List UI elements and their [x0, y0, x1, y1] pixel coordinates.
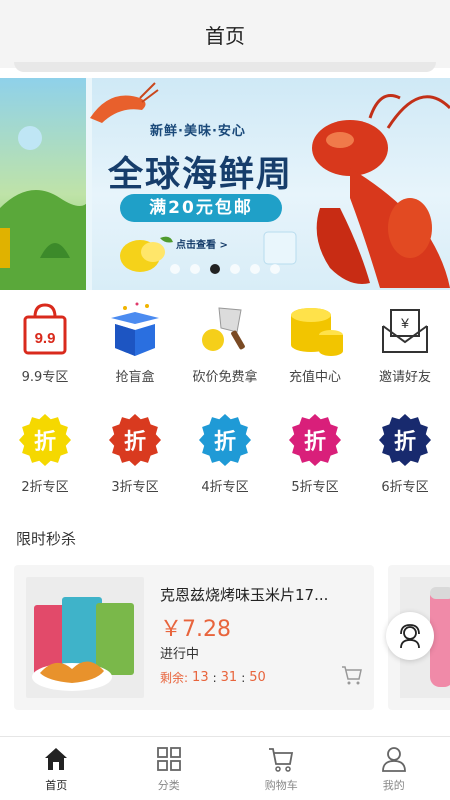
lemon-icon — [120, 236, 173, 272]
carousel-dot-active[interactable] — [210, 264, 220, 274]
cart-icon — [269, 748, 294, 772]
carousel-dot[interactable] — [270, 264, 280, 274]
quick-menu-blind-box[interactable]: 抢盲盒 — [90, 302, 180, 385]
tab-label: 购物车 — [264, 779, 298, 792]
tab-profile[interactable]: 我的 — [338, 737, 450, 800]
bottom-tab-bar: 首页 分类 购物车 我的 — [0, 736, 450, 800]
countdown-minutes: 31 — [220, 670, 238, 685]
carousel-dot[interactable] — [250, 264, 260, 274]
tab-cart[interactable]: 购物车 — [225, 737, 338, 800]
discount-zone-3[interactable]: 折 3折专区 — [90, 412, 180, 495]
discount-zone-label: 2折专区 — [21, 480, 69, 495]
flash-sale-product-card[interactable]: 克恩兹烧烤味玉米片17... ￥7.28 进行中 剩余: 13 : 31 : 5… — [14, 565, 374, 710]
promo-banner-carousel[interactable]: 新鲜·美味·安心 全球海鲜周 满20元包邮 点击查看 > — [0, 78, 450, 290]
discount-zone-6[interactable]: 折 6折专区 — [360, 412, 450, 495]
discount-zone-label: 5折专区 — [291, 480, 339, 495]
product-image — [26, 577, 144, 698]
tab-label: 我的 — [382, 779, 405, 792]
discount-zone-label: 6折专区 — [381, 480, 429, 495]
banner-view-link[interactable]: 点击查看 > — [176, 236, 228, 251]
page-title: 首页 — [205, 24, 245, 48]
customer-service-icon — [400, 624, 420, 649]
discount-badge-icon: 折 — [379, 414, 431, 466]
sale-status: 进行中 — [160, 647, 200, 662]
tab-label: 分类 — [157, 779, 180, 792]
countdown-seconds: 50 — [249, 670, 266, 685]
flash-sale-title: 限时秒杀 — [16, 530, 77, 548]
landscape-illustration-icon — [0, 126, 92, 290]
carousel-dot[interactable] — [230, 264, 240, 274]
quick-menu-label: 砍价免费拿 — [192, 370, 258, 385]
carousel-dot[interactable] — [190, 264, 200, 274]
quick-menu-row: 9.9 9.9专区 抢盲盒 砍价免费拿 充值中心 ¥ 邀请好友 — [0, 302, 450, 385]
previous-slide-preview — [0, 78, 92, 290]
quick-menu-9-9-zone[interactable]: 9.9 9.9专区 — [0, 302, 90, 385]
gold-coins-icon — [287, 302, 343, 358]
quick-menu-label: 充值中心 — [288, 370, 341, 385]
quick-menu-recharge[interactable]: 充值中心 — [270, 302, 360, 385]
countdown-label: 剩余: — [160, 671, 189, 685]
tab-label: 首页 — [45, 779, 68, 792]
carousel-indicators[interactable] — [170, 264, 280, 274]
svg-text:9.9: 9.9 — [35, 330, 56, 347]
carousel-dot[interactable] — [170, 264, 180, 274]
discount-badge-icon: 折 — [199, 414, 251, 466]
countdown-hours: 13 — [192, 670, 209, 685]
banner-tagline: 新鲜·美味·安心 — [150, 124, 246, 139]
customer-service-button[interactable] — [386, 612, 434, 660]
quick-menu-label: 抢盲盒 — [115, 370, 155, 385]
tab-category[interactable]: 分类 — [113, 737, 226, 800]
quick-menu-label: 9.9专区 — [21, 370, 69, 385]
discount-zone-4[interactable]: 折 4折专区 — [180, 412, 270, 495]
svg-text:¥: ¥ — [400, 315, 409, 331]
product-price: ￥7.28 — [160, 617, 231, 642]
discount-zone-2[interactable]: 折 2折专区 — [0, 412, 90, 495]
discount-badge-icon: 折 — [109, 414, 161, 466]
home-icon — [45, 748, 68, 770]
discount-zone-row: 折 2折专区 折 3折专区 折 4折专区 折 5折专区 折 6折专区 — [0, 412, 450, 495]
lobster-icon — [312, 94, 450, 288]
tab-home[interactable]: 首页 — [0, 737, 113, 800]
category-grid-icon — [156, 747, 181, 771]
quick-menu-invite-friends[interactable]: ¥ 邀请好友 — [360, 302, 450, 385]
cleaver-icon — [197, 302, 253, 358]
add-to-cart-icon[interactable] — [340, 663, 364, 687]
banner-promo-pill: 满20元包邮 — [120, 194, 282, 222]
discount-badge-icon: 折 — [19, 414, 71, 466]
envelope-yen-icon: ¥ — [377, 302, 433, 358]
discount-zone-5[interactable]: 折 5折专区 — [270, 412, 360, 495]
countdown-timer: 剩余: 13 : 31 : 50 — [160, 669, 270, 686]
product-name: 克恩兹烧烤味玉米片17... — [160, 586, 329, 604]
shrimp-icon — [90, 82, 159, 123]
header-shadow-divider — [14, 62, 436, 72]
banner-headline: 全球海鲜周 — [108, 155, 294, 195]
quick-menu-label: 邀请好友 — [378, 370, 431, 385]
discount-zone-label: 4折专区 — [201, 480, 249, 495]
user-icon — [381, 747, 406, 772]
quick-menu-bargain[interactable]: 砍价免费拿 — [180, 302, 270, 385]
shopping-bag-icon: 9.9 — [17, 302, 73, 358]
top-navigation-bar: 首页 — [0, 0, 450, 72]
blind-box-icon — [107, 302, 163, 358]
discount-zone-label: 3折专区 — [111, 480, 159, 495]
discount-badge-icon: 折 — [289, 414, 341, 466]
